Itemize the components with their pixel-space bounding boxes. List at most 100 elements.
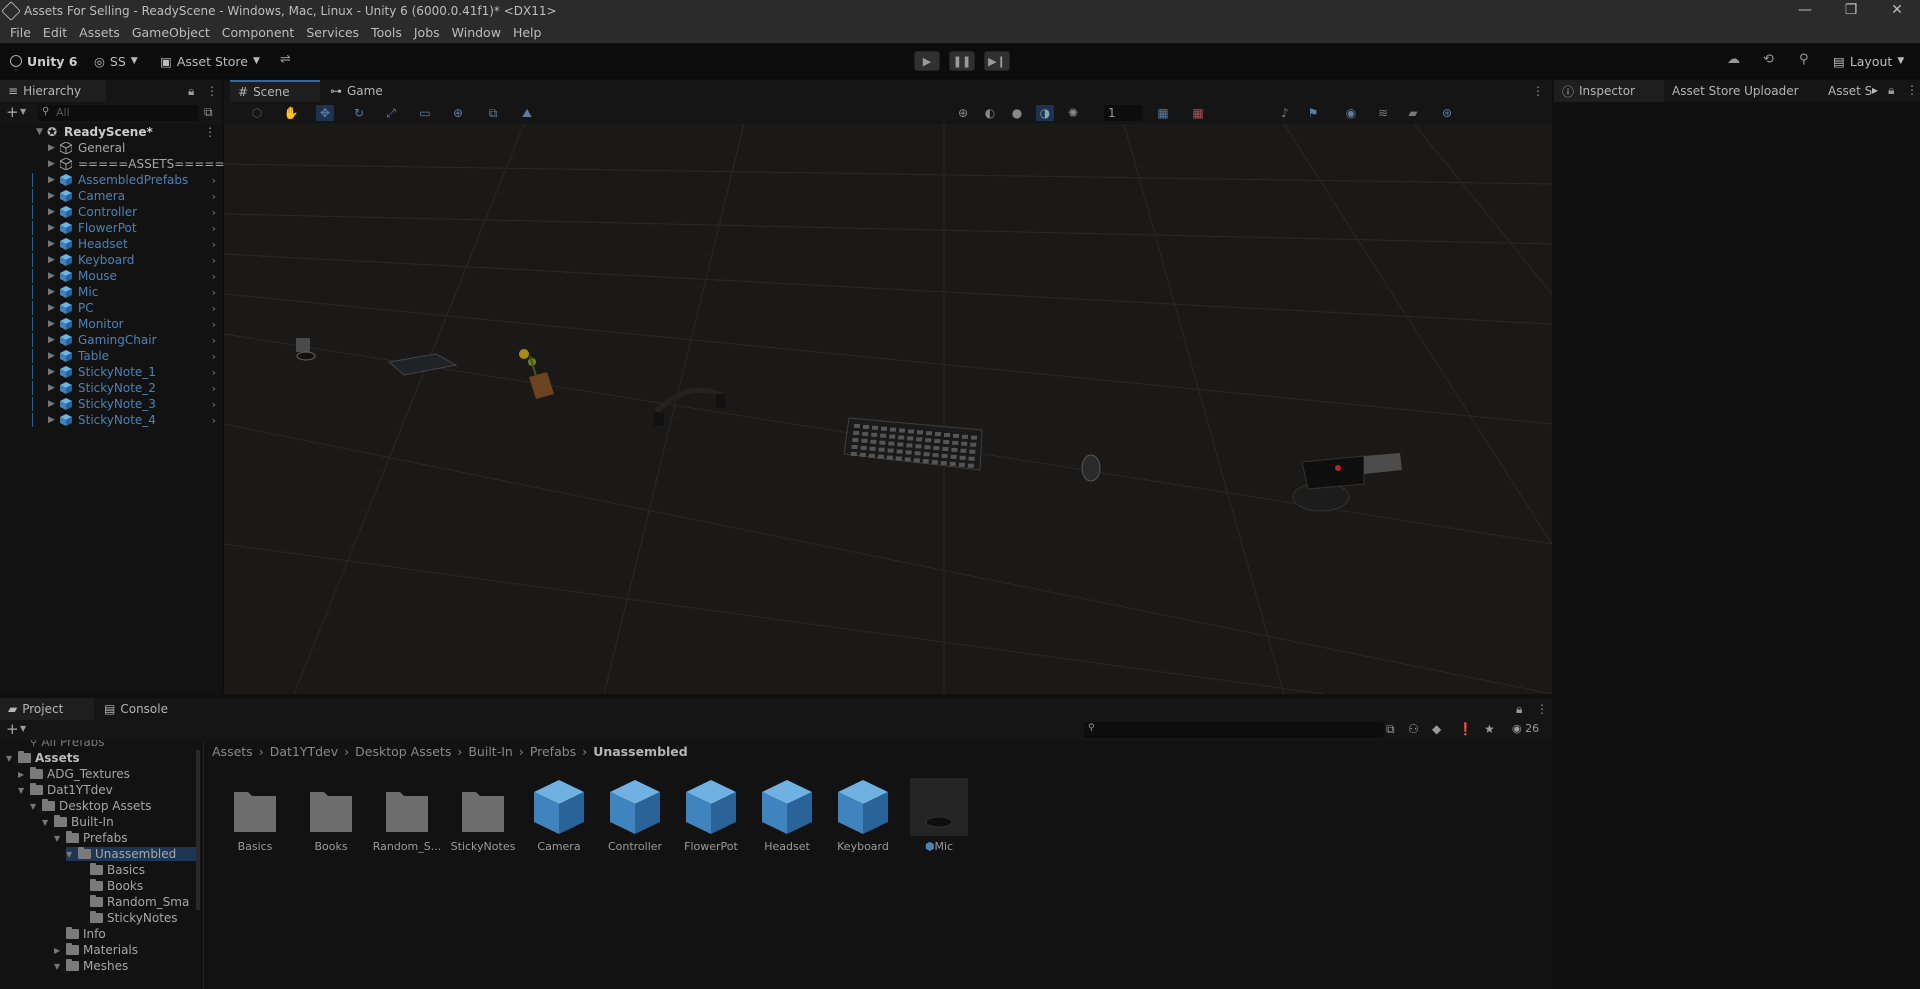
chevron-right-icon[interactable]: › bbox=[212, 190, 216, 203]
expand-arrow-icon[interactable]: ▼ bbox=[30, 802, 38, 811]
project-search-input[interactable]: ⚲ bbox=[1084, 722, 1384, 738]
search-by-type-icon[interactable]: ⧉ bbox=[1386, 722, 1395, 737]
lock-icon[interactable]: 🔒︎ bbox=[1888, 83, 1894, 98]
expand-arrow-icon[interactable]: ▶ bbox=[48, 367, 55, 377]
chevron-right-icon[interactable]: › bbox=[212, 334, 216, 347]
menu-help[interactable]: Help bbox=[513, 25, 542, 40]
scene-object-flowerpot[interactable] bbox=[519, 349, 554, 399]
expand-arrow-icon[interactable]: ▼ bbox=[6, 754, 14, 763]
menu-window[interactable]: Window bbox=[452, 25, 501, 40]
expand-arrow-icon[interactable]: ▶ bbox=[48, 415, 55, 425]
chevron-right-icon[interactable]: › bbox=[212, 270, 216, 283]
scene-object-mouse[interactable] bbox=[1081, 454, 1101, 482]
hierarchy-item[interactable]: ▶ Headset › bbox=[0, 236, 222, 252]
chevron-right-icon[interactable]: › bbox=[212, 174, 216, 187]
camera-icon[interactable]: ▰ bbox=[1404, 105, 1422, 121]
folder-tree-item[interactable]: StickyNotes bbox=[78, 911, 178, 925]
shading-wireframe-icon[interactable]: ◐ bbox=[981, 105, 999, 121]
label-icon[interactable]: ◆ bbox=[1432, 722, 1441, 736]
folder-tree-item[interactable]: ▼ Dat1YTdev bbox=[18, 783, 113, 797]
scene-search-icon[interactable]: ⧉ bbox=[204, 105, 213, 120]
expand-arrow-icon[interactable]: ▶ bbox=[48, 399, 55, 409]
folder-tree-item[interactable]: ▶ ADG_Textures bbox=[18, 767, 130, 781]
expand-arrow-icon[interactable]: ▼ bbox=[54, 962, 62, 971]
chevron-down-icon[interactable]: ▼ bbox=[20, 107, 26, 116]
chevron-right-icon[interactable]: › bbox=[212, 302, 216, 315]
expand-arrow-icon[interactable]: ▶ bbox=[48, 255, 55, 265]
hierarchy-item[interactable]: ▶ Mouse › bbox=[0, 268, 222, 284]
account-dropdown[interactable]: ◎ SS ▼ bbox=[94, 51, 138, 71]
more-options-icon[interactable]: ⋮ bbox=[1906, 83, 1918, 97]
step-button[interactable]: ▶❙ bbox=[984, 51, 1010, 71]
tab-scene[interactable]: # Scene bbox=[230, 80, 320, 102]
tree-scrollbar[interactable] bbox=[196, 750, 200, 910]
folder-tree-item[interactable]: Books bbox=[78, 879, 143, 893]
hierarchy-search-input[interactable]: ⚲ All bbox=[38, 105, 198, 121]
hierarchy-item[interactable]: ▶ StickyNote_4 › bbox=[0, 412, 222, 428]
chevron-right-icon[interactable]: › bbox=[212, 318, 216, 331]
breadcrumb-item[interactable]: Built-In bbox=[468, 744, 512, 759]
folder-tree-item[interactable]: Info bbox=[54, 927, 106, 941]
folder-tree-item[interactable]: ▼ Built-In bbox=[42, 815, 114, 829]
tab-hierarchy[interactable]: ≡ Hierarchy bbox=[0, 80, 106, 102]
tab-inspector[interactable]: ⓘ Inspector bbox=[1554, 80, 1664, 102]
folder-tree-item[interactable]: Random_Sma bbox=[78, 895, 189, 909]
tab-project[interactable]: ▰ Project bbox=[0, 698, 94, 720]
expand-arrow-icon[interactable]: ▼ bbox=[36, 127, 43, 137]
folder-tree-item[interactable]: ▶ Materials bbox=[54, 943, 138, 957]
hierarchy-item[interactable]: ▶ StickyNote_1 › bbox=[0, 364, 222, 380]
folder-tree-item[interactable]: ▼ Desktop Assets bbox=[30, 799, 151, 813]
add-icon[interactable]: + bbox=[6, 103, 19, 121]
hidden-count[interactable]: ◉ 26 bbox=[1512, 722, 1539, 735]
expand-arrow-icon[interactable]: ▼ bbox=[54, 834, 62, 843]
expand-arrow-icon[interactable]: ▶ bbox=[48, 351, 55, 361]
chevron-right-icon[interactable]: › bbox=[212, 350, 216, 363]
expand-arrow-icon[interactable]: ▶ bbox=[48, 319, 55, 329]
expand-arrow-icon[interactable]: ▶ bbox=[48, 239, 55, 249]
scene-root[interactable]: ▼ ✪ ReadyScene* ⋮ bbox=[0, 124, 222, 140]
more-options-icon[interactable]: ⋮ bbox=[1536, 702, 1548, 716]
grid-snap-icon[interactable]: ▦ bbox=[1154, 105, 1172, 121]
more-options-icon[interactable]: ⋮ bbox=[206, 84, 218, 98]
expand-arrow-icon[interactable]: ▶ bbox=[48, 159, 55, 169]
asset-item[interactable]: Books bbox=[296, 778, 366, 853]
expand-arrow-icon[interactable]: ▶ bbox=[48, 271, 55, 281]
hierarchy-item[interactable]: ▶ Camera › bbox=[0, 188, 222, 204]
cloud-icon[interactable]: ☁ bbox=[1727, 52, 1740, 67]
effects-icon[interactable]: ⚑ bbox=[1304, 105, 1322, 121]
search-by-label-icon[interactable]: ⚇ bbox=[1408, 722, 1419, 736]
shading-solid-icon[interactable]: ● bbox=[1008, 105, 1026, 121]
chevron-right-icon[interactable]: › bbox=[212, 382, 216, 395]
breadcrumb-item[interactable]: Unassembled bbox=[593, 744, 688, 759]
expand-arrow-icon[interactable]: ▶ bbox=[48, 287, 55, 297]
folder-tree-item[interactable]: ▼ Prefabs bbox=[54, 831, 128, 845]
hand-tool-icon[interactable]: ✋ bbox=[282, 105, 300, 121]
chevron-right-icon[interactable]: › bbox=[212, 254, 216, 267]
asset-item[interactable]: Random_S... bbox=[372, 778, 442, 853]
chevron-right-icon[interactable]: › bbox=[212, 398, 216, 411]
expand-arrow-icon[interactable]: ▶ bbox=[18, 770, 26, 779]
hierarchy-item[interactable]: ▶ PC › bbox=[0, 300, 222, 316]
asset-item[interactable]: Basics bbox=[220, 778, 290, 853]
chevron-right-icon[interactable]: › bbox=[212, 238, 216, 251]
hierarchy-item[interactable]: ▶ AssembledPrefabs › bbox=[0, 172, 222, 188]
asset-item[interactable]: Keyboard bbox=[828, 778, 898, 853]
scene-object-controller[interactable] bbox=[387, 353, 458, 376]
menu-services[interactable]: Services bbox=[306, 25, 359, 40]
asset-store-dropdown[interactable]: ▣ Asset Store ▼ bbox=[160, 51, 260, 71]
hierarchy-item[interactable]: ▶ FlowerPot › bbox=[0, 220, 222, 236]
tab-game[interactable]: ⊶ Game bbox=[322, 80, 391, 102]
menu-component[interactable]: Component bbox=[222, 25, 295, 40]
breadcrumb-item[interactable]: Prefabs bbox=[530, 744, 576, 759]
hierarchy-item[interactable]: ▶ StickyNote_3 › bbox=[0, 396, 222, 412]
expand-arrow-icon[interactable]: ▶ bbox=[48, 383, 55, 393]
folder-tree-item[interactable]: ▼ Meshes bbox=[54, 959, 128, 973]
version-control-icon[interactable]: ⇌ bbox=[280, 52, 291, 67]
hierarchy-item[interactable]: ▶ General bbox=[0, 140, 222, 156]
lighting-icon[interactable]: ✺ bbox=[1064, 105, 1082, 121]
audio-toggle-icon[interactable]: ♪ bbox=[1276, 105, 1294, 121]
breadcrumb-item[interactable]: Assets bbox=[212, 744, 253, 759]
log-icon[interactable]: ❗ bbox=[1458, 722, 1473, 736]
expand-arrow-icon[interactable]: ▼ bbox=[18, 786, 26, 795]
expand-arrow-icon[interactable]: ▶ bbox=[48, 175, 55, 185]
